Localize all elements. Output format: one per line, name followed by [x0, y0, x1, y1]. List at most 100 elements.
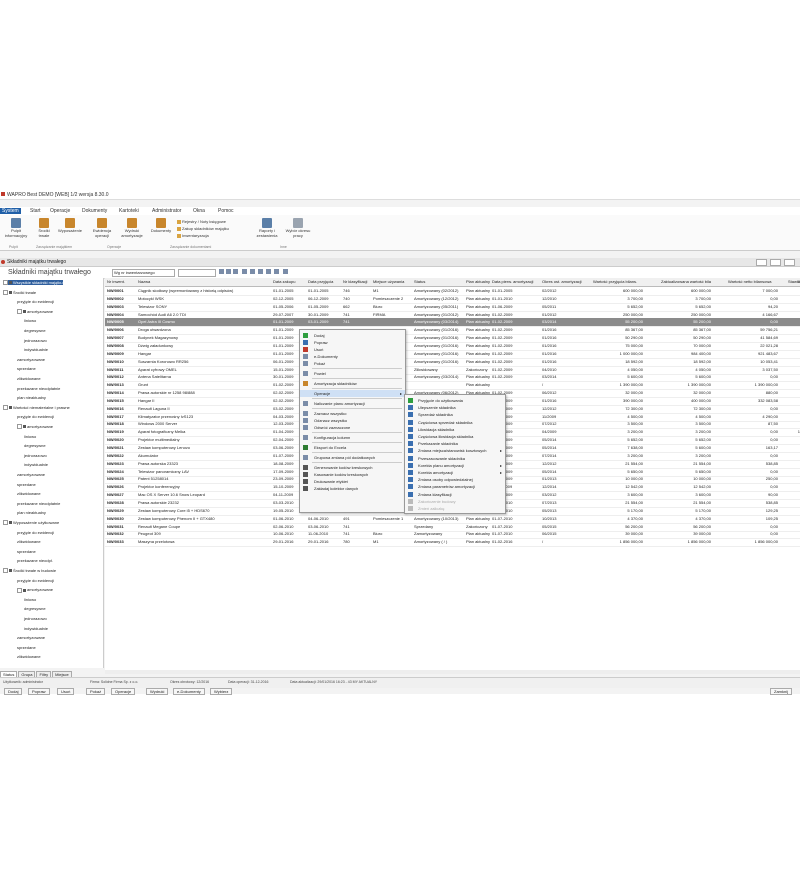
context-menu-item[interactable]: Grupowa zmiana pól dodatkowych [300, 454, 405, 461]
print-icon[interactable] [266, 269, 271, 274]
tree-node[interactable]: zamortyzowane [17, 472, 45, 477]
tree-node[interactable]: przyjęte do ewidencji [17, 299, 54, 304]
expand-toggle-icon[interactable] [3, 520, 8, 526]
ribbon-dokumenty-button[interactable]: Dokumenty [148, 218, 174, 234]
fkey-button-pokaż[interactable]: Pokaż [86, 688, 106, 695]
expand-toggle-icon[interactable] [17, 424, 22, 430]
menu-okna[interactable]: Okna [193, 208, 205, 214]
submenu-item[interactable]: Przekazanie składnika [405, 440, 505, 447]
sum-icon[interactable] [250, 269, 255, 274]
close-button[interactable] [784, 259, 795, 266]
submenu-item[interactable]: Przeszacowanie składnika [405, 455, 505, 462]
tree-node[interactable]: indywidualnie [24, 347, 48, 352]
tree-node[interactable]: degresywne [24, 443, 46, 448]
refresh-icon[interactable] [283, 269, 288, 274]
submenu-item[interactable]: Zmiana klasyfikacji [405, 491, 505, 498]
tree-node[interactable]: sprzedane [17, 482, 36, 487]
ribbon-rejestry-button[interactable]: Rejestry / Noty księgowe [177, 219, 226, 224]
fkey-button-wybierz[interactable]: Wybierz [210, 688, 233, 695]
export-icon[interactable] [274, 269, 279, 274]
tree-node[interactable]: Wartości niematerialne i prawne [3, 405, 70, 411]
fkey-button-operacje[interactable]: Operacje [111, 688, 136, 695]
submenu-item[interactable]: Korekta planu amortyzacji ▸ [405, 462, 505, 469]
tree-node[interactable]: przekazane nieodpł. [17, 558, 53, 563]
context-menu-item[interactable]: Naliczanie planu amortyzacji [300, 400, 405, 407]
submenu-item[interactable]: Zmiana osoby odpowiedzialnej [405, 476, 505, 483]
expand-toggle-icon[interactable] [3, 568, 8, 574]
context-menu-item[interactable]: Dodaj [300, 332, 405, 339]
fkey-button-e-dokumenty[interactable]: e-Dokumenty [173, 688, 205, 695]
ribbon-ewidencja-button[interactable]: Ewidencja operacji [89, 218, 115, 238]
tree-node[interactable]: sprzedane [17, 645, 36, 650]
ribbon-wyposazenie-button[interactable]: Wyposażenie [56, 218, 84, 234]
submenu-item[interactable]: Ulepszenie składnika [405, 404, 505, 411]
tree-node[interactable]: przekazane nieodpłatnie [17, 501, 60, 506]
ribbon-okres-button[interactable]: Wybór okresu pracy [283, 218, 313, 238]
column-header[interactable]: Nr klasyfikacji [343, 279, 372, 284]
context-menu-item[interactable]: Pokaż [300, 360, 405, 367]
tree-node[interactable]: sprzedane [17, 366, 36, 371]
tree-node[interactable]: przyjęte do ewidencji [17, 530, 54, 535]
menu-system[interactable]: System [0, 208, 21, 214]
tree-node[interactable]: indywidualnie [24, 626, 48, 631]
context-menu-item[interactable]: Generowanie kodów kreskowych [300, 464, 405, 471]
tree-node[interactable]: przyjęte do ewidencji [17, 578, 54, 583]
context-menu-item[interactable]: e-Dokumenty [300, 353, 405, 360]
ribbon-zakup-button[interactable]: Zakup składników majątku [177, 226, 229, 231]
tree-node[interactable]: jednorazowo [24, 616, 47, 621]
context-menu-item[interactable]: Popraw [300, 339, 405, 346]
tree-node[interactable]: Wszystkie składniki majątku [3, 280, 63, 286]
filter-clear-icon[interactable] [233, 269, 238, 274]
column-header[interactable]: Wartość netto bilansowa [728, 279, 778, 284]
ribbon-wydruki-button[interactable]: Wydruki amortyzacje [117, 218, 147, 238]
column-header[interactable]: Status [414, 279, 465, 284]
column-header[interactable]: Data przyjęcia [308, 279, 342, 284]
tree-node[interactable]: amortyzowane [17, 424, 53, 430]
tree-node[interactable]: amortyzowane [17, 309, 53, 315]
tree-node[interactable]: Środki trwałe [3, 290, 36, 296]
fkey-button-dodaj[interactable]: Dodaj [4, 688, 23, 695]
tree-node[interactable]: zlikwidowane [17, 491, 41, 496]
ribbon-srodki-button[interactable]: Środki trwałe [34, 218, 54, 238]
fkey-button-popraw[interactable]: Popraw [28, 688, 50, 695]
submenu-item[interactable]: Częściowa sprzedaż składnika [405, 419, 505, 426]
tree-node[interactable]: zlikwidowane [17, 376, 41, 381]
submenu-item[interactable]: Sprzedaż składnika [405, 411, 505, 418]
tree-node[interactable]: przyjęte do ewidencji [17, 414, 54, 419]
submenu-item[interactable]: Przyjęcie do użytkowania [405, 397, 505, 404]
context-menu-item[interactable]: Zaznacz wszystko [300, 410, 405, 417]
submenu-item[interactable]: Zmiana miejsca/stanowisk kosztowych ▸ [405, 447, 505, 454]
expand-toggle-icon[interactable] [17, 587, 22, 593]
column-header[interactable]: Nr inwent. [107, 279, 137, 284]
context-menu-item[interactable]: Operacje ▸ [300, 390, 405, 397]
tree-node[interactable]: zlikwidowane [17, 539, 41, 544]
context-menu-item[interactable]: Odwróć zaznaczone [300, 424, 405, 431]
submenu-item[interactable]: Likwidacja składnika [405, 426, 505, 433]
menu-dokumenty[interactable]: Dokumenty [82, 208, 107, 214]
tree-node[interactable]: przekazane nieodpłatnie [17, 386, 60, 391]
columns-icon[interactable] [242, 269, 247, 274]
tree-node[interactable]: liniowo [24, 597, 36, 602]
tree-node[interactable]: plan nieaktualny [17, 510, 46, 515]
expand-toggle-icon[interactable] [3, 405, 8, 411]
ribbon-inwentaryzacja-button[interactable]: Inwentaryzacja [177, 233, 209, 238]
expand-toggle-icon[interactable] [3, 280, 8, 286]
context-menu-item[interactable]: Drukowanie etykiet [300, 478, 405, 485]
tree-node[interactable]: Wyposażenie użytkowane [3, 520, 59, 526]
menu-start[interactable]: Start [30, 208, 41, 214]
submenu-item[interactable]: Korekta amortyzacji ▸ [405, 469, 505, 476]
context-menu-item[interactable]: Zakładaj kolektor danych [300, 485, 405, 492]
tree-node[interactable]: liniowo [24, 318, 36, 323]
context-menu-item[interactable]: Konfiguracja kolumn [300, 434, 405, 441]
column-header[interactable]: Nazwa [138, 279, 271, 284]
menu-operacje[interactable]: Operacje [50, 208, 70, 214]
tree-node[interactable]: degresywne [24, 328, 46, 333]
submenu-item[interactable]: Częściowa likwidacja składnika [405, 433, 505, 440]
tree-node[interactable]: liniowo [24, 434, 36, 439]
context-menu-item[interactable]: Eksport do Excela [300, 444, 405, 451]
submenu-item[interactable]: Zmiana parametrów amortyzacji [405, 483, 505, 490]
fkey-button-wydruki[interactable]: Wydruki [146, 688, 169, 695]
column-header[interactable]: Miejsce używania [373, 279, 413, 284]
context-menu-item[interactable]: Powiel [300, 370, 405, 377]
maximize-button[interactable] [770, 259, 781, 266]
